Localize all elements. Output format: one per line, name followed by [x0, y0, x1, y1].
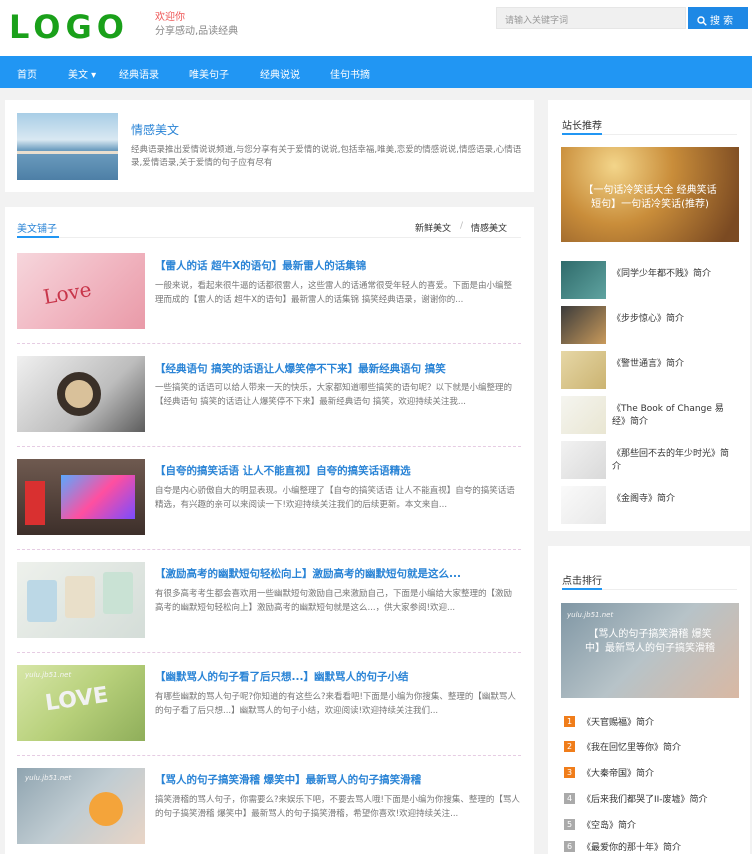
article-thumbnail[interactable]: LOVE yulu.jb51.net: [17, 665, 145, 741]
rank-number: 2: [564, 741, 575, 752]
rank-number: 5: [564, 819, 575, 830]
nav-item-jingdian-shuoshuo[interactable]: 经典说说: [260, 66, 300, 81]
recommend-thumbnail[interactable]: [561, 486, 606, 524]
recommend-item[interactable]: 《步步惊心》简介: [612, 313, 737, 326]
article-title[interactable]: 【经典语句 搞笑的话语让人爆笑停不下来】最新经典语句 搞笑: [155, 361, 446, 376]
ranking-indicator: [562, 588, 602, 590]
rank-item[interactable]: 《后来我们都哭了II-废墟》简介: [582, 792, 708, 805]
search-input[interactable]: 请输入关键字词: [496, 7, 686, 29]
article-title[interactable]: 【幽默骂人的句子看了后只想...】幽默骂人的句子小结: [155, 669, 408, 684]
article-title[interactable]: 【激励高考的幽默短句轻松向上】激励高考的幽默短句就是这么...: [155, 566, 461, 581]
article-divider: [17, 755, 521, 756]
nav-item-jingdian-yulu[interactable]: 经典语录: [119, 66, 159, 81]
article-thumbnail[interactable]: [17, 459, 145, 535]
active-tab-indicator: [17, 236, 59, 238]
recommend-thumbnail[interactable]: [561, 261, 606, 299]
ranking-banner-text: 【骂人的句子搞笑滑稽 爆笑中】最新骂人的句子搞笑滑稽: [585, 629, 715, 654]
article-thumbnail[interactable]: Love: [17, 253, 145, 329]
tab-underline-rule: [17, 237, 521, 238]
article-summary: 一些搞笑的话语可以给人带来一天的快乐，大家都知道哪些搞笑的语句呢？以下就是小编整…: [155, 383, 513, 407]
article-divider: [17, 549, 521, 550]
site-header: LOGO 欢迎你 分享感动,品读经典 请输入关键字词 搜 索: [0, 0, 752, 56]
article-summary: 自夸是内心骄傲自大的明显表现。小编整理了【自夸的搞笑话语 让人不能直视】自夸的搞…: [155, 486, 515, 510]
article-summary: 一般来说，看起来很牛逼的话都很雷人，这些雷人的话通常很受年轻人的喜爱。下面是由小…: [155, 281, 513, 305]
article-thumbnail[interactable]: yulu.jb51.net: [17, 768, 145, 844]
article-title[interactable]: 【骂人的句子搞笑滑稽 爆笑中】最新骂人的句子搞笑滑稽: [155, 772, 421, 787]
recommend-indicator: [562, 133, 602, 135]
watermark: yulu.jb51.net: [25, 774, 72, 782]
ranking-title: 点击排行: [562, 576, 602, 587]
recommend-thumbnail[interactable]: [561, 306, 606, 344]
rank-item[interactable]: 《空岛》简介: [582, 818, 636, 831]
rank-number: 1: [564, 716, 575, 727]
search-button-label: 搜 索: [710, 16, 734, 27]
intro-title[interactable]: 情感美文: [131, 121, 179, 138]
recommend-item[interactable]: 《那些回不去的年少时光》简介: [612, 448, 737, 474]
recommend-title: 站长推荐: [562, 121, 602, 132]
watermark: yulu.jb51.net: [567, 611, 614, 619]
site-slogan: 分享感动,品读经典: [155, 26, 239, 37]
article-divider: [17, 446, 521, 447]
article-title[interactable]: 【雷人的话 超牛X的语句】最新雷人的话集锦: [155, 258, 366, 273]
article-thumbnail[interactable]: [17, 356, 145, 432]
rank-item[interactable]: 《我在回忆里等你》简介: [582, 740, 681, 753]
watermark: yulu.jb51.net: [25, 671, 72, 679]
article-summary: 有哪些幽默的骂人句子呢?你知道的有这些么?来看看吧!下面是小编为你搜集、整理的【…: [155, 692, 516, 716]
tab-emotion-articles[interactable]: 情感美文: [471, 221, 507, 234]
recommend-banner-text: 【一句话冷笑话大全 经典笑话短句】一句话冷笑话(推荐): [583, 185, 717, 210]
nav-item-weimei-juzi[interactable]: 唯美句子: [189, 66, 229, 81]
tab-new-articles[interactable]: 新鲜美文: [415, 221, 451, 234]
nav-item-home[interactable]: 首页: [17, 66, 37, 81]
rank-number: 6: [564, 841, 575, 852]
main-nav: 首页 美文 ▾ 经典语录 唯美句子 经典说说 佳句书摘: [0, 56, 752, 88]
recommend-thumbnail[interactable]: [561, 441, 606, 479]
article-summary: 有很多高考考生都会喜欢用一些幽默短句激励自己来激励自己，下面是小编给大家整理的【…: [155, 589, 513, 613]
article-summary: 搞笑滑稽的骂人句子，你需要么?来娱乐下吧，不要去骂人哦!下面是小编为你搜集、整理…: [155, 795, 520, 819]
recommend-banner[interactable]: 【一句话冷笑话大全 经典笑话短句】一句话冷笑话(推荐): [561, 147, 739, 242]
recommend-item[interactable]: 《The Book of Change 易经》简介: [612, 403, 737, 429]
article-divider: [17, 343, 521, 344]
rank-number: 4: [564, 793, 575, 804]
site-logo[interactable]: LOGO: [9, 8, 129, 46]
rank-number: 3: [564, 767, 575, 778]
rank-item[interactable]: 《最爱你的那十年》简介: [582, 840, 681, 853]
rank-item[interactable]: 《大秦帝国》简介: [582, 766, 654, 779]
recommend-thumbnail[interactable]: [561, 396, 606, 434]
ranking-card: [548, 546, 750, 854]
intro-description: 经典语录推出爱情说说频道,与您分享有关于爱情的说说,包括幸福,唯美,恋爱的情感说…: [131, 145, 522, 168]
welcome-text: 欢迎你: [155, 12, 185, 23]
rank-item[interactable]: 《天官赐福》简介: [582, 715, 654, 728]
article-divider: [17, 652, 521, 653]
intro-image[interactable]: [17, 113, 118, 180]
search-icon: [697, 16, 707, 26]
nav-item-jiaju-shuzhai[interactable]: 佳句书摘: [330, 66, 370, 81]
nav-item-meiwen[interactable]: 美文 ▾: [68, 66, 96, 81]
recommend-item[interactable]: 《同学少年都不贱》简介: [612, 268, 737, 281]
recommend-item[interactable]: 《金阁寺》简介: [612, 493, 737, 506]
recommend-thumbnail[interactable]: [561, 351, 606, 389]
article-thumbnail[interactable]: [17, 562, 145, 638]
recommend-item[interactable]: 《警世通言》简介: [612, 358, 737, 371]
ranking-banner[interactable]: yulu.jb51.net 【骂人的句子搞笑滑稽 爆笑中】最新骂人的句子搞笑滑稽: [561, 603, 739, 698]
article-title[interactable]: 【自夸的搞笑话语 让人不能直视】自夸的搞笑话语精选: [155, 463, 411, 478]
tab-meiwen-puzi[interactable]: 美文铺子: [17, 220, 57, 235]
tab-separator: /: [460, 221, 464, 231]
search-button[interactable]: 搜 索: [688, 7, 748, 29]
